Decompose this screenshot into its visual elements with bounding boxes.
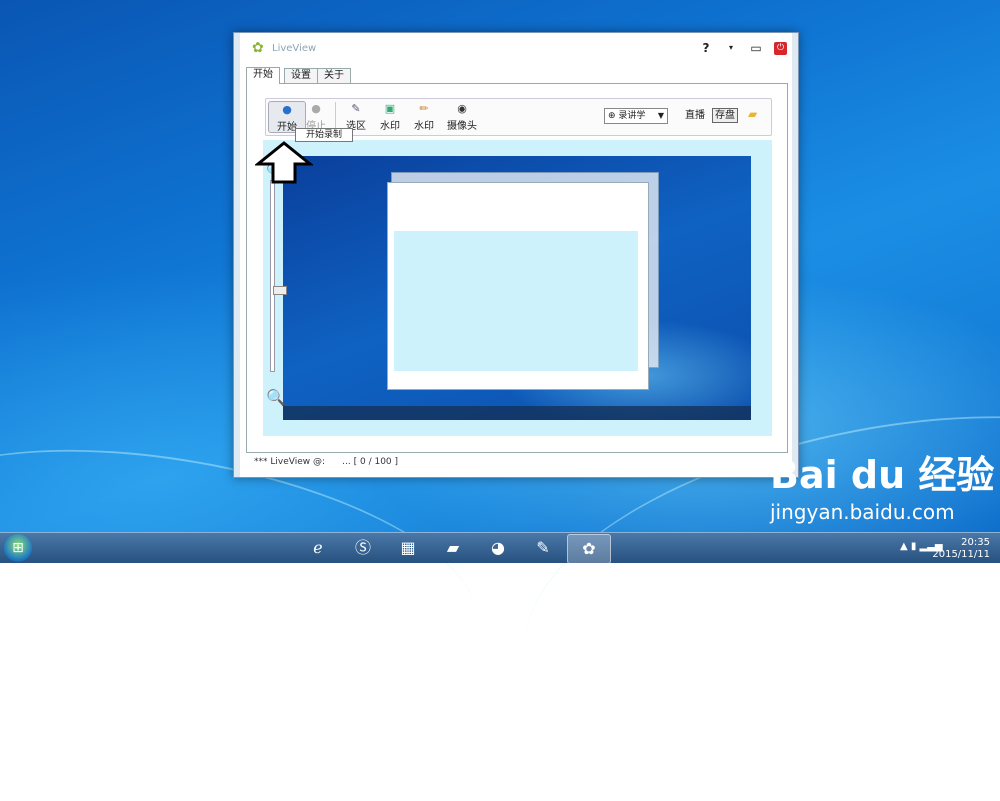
restore-button[interactable]: ▭ <box>750 41 762 55</box>
start-tab-panel: ● 开始 ● 停止 ✎ 选区 ▣ 水印 ✏ 水印 ◉ 摄像头 ⊕ 录讲学 ▼ 直… <box>246 83 788 453</box>
watermark-logo: Bai du 经验 <box>770 453 995 497</box>
picture-icon: ▣ <box>384 102 396 115</box>
liveview-taskbar-icon[interactable]: ✿ <box>567 534 611 564</box>
control-panel-icon[interactable]: ▦ <box>387 534 429 562</box>
status-bar: *** LiveView @: ... [ 0 / 100 ] <box>254 457 398 467</box>
status-app-text: *** LiveView @: <box>254 457 325 467</box>
preview-inner-panel <box>394 231 638 371</box>
tab-about[interactable]: 关于 <box>317 68 351 83</box>
sogou-icon[interactable]: Ⓢ <box>342 534 384 562</box>
text-watermark-label: 水印 <box>414 121 434 132</box>
status-progress: ... [ 0 / 100 ] <box>342 457 399 467</box>
live-button[interactable]: 直播 <box>685 109 705 122</box>
record-icon: ● <box>282 103 292 116</box>
title-bar[interactable]: ✿ LiveView ? ▾ ▭ ⏻ <box>240 33 792 63</box>
start-button[interactable]: ⊞ <box>4 534 32 562</box>
camera-button[interactable]: ◉ 摄像头 <box>442 101 482 133</box>
app-logo-icon: ✿ <box>252 40 264 56</box>
paint-icon[interactable]: ✎ <box>522 534 564 562</box>
panda-icon[interactable]: ◕ <box>477 534 519 562</box>
taskbar: ⊞ ℯ Ⓢ ▦ ▰ ◕ ✎ ✿ ▲ ▮ ▂▃▅ 20:35 2015/11/11 <box>0 532 1000 564</box>
tab-start[interactable]: 开始 <box>246 67 280 84</box>
preview-area: 🔍 🔍 <box>263 140 772 436</box>
ie-icon[interactable]: ℯ <box>297 534 339 562</box>
menu-dropdown-button[interactable]: ▾ <box>726 41 736 55</box>
zoom-out-icon[interactable]: 🔍 <box>266 388 286 407</box>
preview-taskbar <box>283 406 751 420</box>
up-arrow-annotation <box>255 141 313 184</box>
save-button[interactable]: 存盘 <box>712 108 738 123</box>
folder-icon[interactable]: ▰ <box>748 108 762 120</box>
window-title: LiveView <box>272 43 317 54</box>
camera-label: 摄像头 <box>447 121 477 132</box>
toolbar-separator <box>335 102 336 130</box>
stop-icon: ● <box>311 102 321 115</box>
preview-window <box>387 182 649 390</box>
mode-select-value: ⊕ 录讲学 <box>608 111 646 121</box>
mode-select-text: 录讲学 <box>618 111 646 121</box>
screen-preview <box>283 156 751 420</box>
clock-date: 2015/11/11 <box>932 549 990 560</box>
image-watermark-button[interactable]: ▣ 水印 <box>372 101 408 133</box>
window-body: ✿ LiveView ? ▾ ▭ ⏻ 开始 设置 关于 ● 开始 ● 停止 ✎ … <box>240 33 792 477</box>
tab-settings[interactable]: 设置 <box>284 68 318 83</box>
chevron-down-icon: ▼ <box>657 111 664 120</box>
text-watermark-button[interactable]: ✏ 水印 <box>406 101 442 133</box>
pencil-icon: ✏ <box>419 102 429 115</box>
zoom-slider-thumb[interactable] <box>273 286 287 295</box>
image-watermark-label: 水印 <box>380 121 400 132</box>
folder-app-icon[interactable]: ▰ <box>432 534 474 562</box>
watermark-url: jingyan.baidu.com <box>770 500 955 524</box>
region-select-icon: ✎ <box>351 102 361 115</box>
clock-time: 20:35 <box>961 537 990 548</box>
webcam-icon: ◉ <box>457 102 467 115</box>
power-close-button[interactable]: ⏻ <box>774 42 787 55</box>
liveview-window: ✿ LiveView ? ▾ ▭ ⏻ 开始 设置 关于 ● 开始 ● 停止 ✎ … <box>233 32 799 478</box>
clock[interactable]: 20:35 2015/11/11 <box>932 537 990 561</box>
help-button[interactable]: ? <box>700 41 712 55</box>
mode-select[interactable]: ⊕ 录讲学 ▼ <box>604 108 668 124</box>
baidu-watermark: Bai du 经验 jingyan.baidu.com <box>770 455 994 523</box>
tooltip: 开始录制 <box>295 128 353 142</box>
stop-button[interactable]: ● 停止 <box>298 101 334 133</box>
region-button[interactable]: ✎ 选区 <box>338 101 374 133</box>
zoom-slider[interactable] <box>270 180 287 372</box>
